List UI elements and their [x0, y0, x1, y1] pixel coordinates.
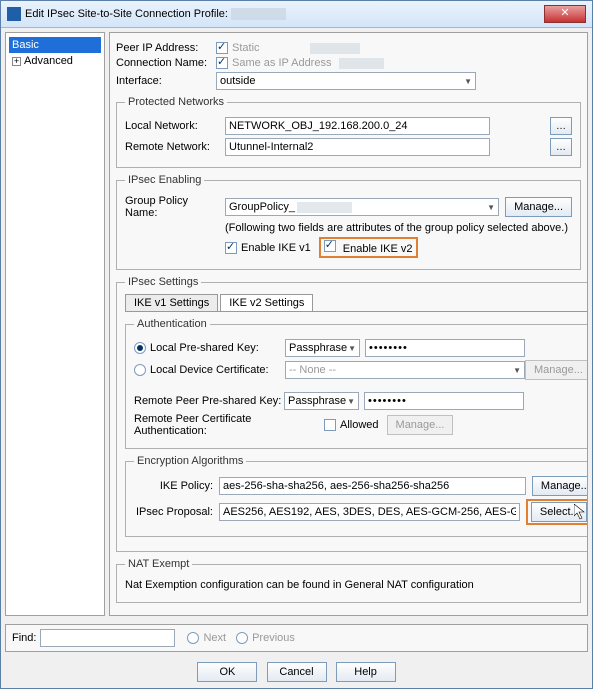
find-next-label: Next: [203, 632, 226, 644]
remote-cert-manage-button: Manage...: [387, 415, 454, 435]
ipsec-proposal-input[interactable]: [219, 503, 520, 521]
connection-name-label: Connection Name:: [116, 57, 216, 69]
ike-settings-tabs: IKE v1 Settings IKE v2 Settings: [125, 294, 588, 312]
nat-exempt-note: Nat Exemption configuration can be found…: [125, 579, 474, 591]
remote-cert-auth-label: Remote Peer Certificate Authentication:: [134, 413, 324, 437]
ipsec-proposal-select-button[interactable]: Select...: [531, 502, 587, 522]
local-psk-type-combo[interactable]: Passphrase▼: [285, 339, 360, 357]
group-policy-combo[interactable]: GroupPolicy_ ▼: [225, 198, 499, 216]
interface-value: outside: [220, 75, 255, 87]
chevron-down-icon: ▼: [487, 203, 495, 212]
ipsec-settings-legend: IPsec Settings: [125, 276, 201, 288]
local-psk-type-value: Passphrase: [289, 342, 347, 354]
chevron-down-icon: ▼: [513, 366, 521, 375]
enable-ike-v2-label: Enable IKE v2: [343, 243, 413, 255]
enable-ike-v1-label: Enable IKE v1: [241, 242, 311, 254]
same-as-ip-label: Same as IP Address: [232, 57, 331, 69]
expand-icon[interactable]: +: [12, 57, 21, 66]
remote-network-input[interactable]: [225, 138, 490, 156]
static-checkbox[interactable]: [216, 42, 228, 54]
window-title-obscured: [231, 8, 286, 20]
local-network-browse-button[interactable]: …: [550, 117, 572, 135]
enable-ike-v2-checkbox[interactable]: [324, 240, 336, 252]
same-as-ip-checkbox[interactable]: [216, 57, 228, 69]
connection-name-obscured: [339, 58, 384, 69]
select-button-highlight: Select...: [526, 499, 588, 525]
chevron-down-icon: ▼: [464, 77, 472, 86]
interface-combo[interactable]: outside ▼: [216, 72, 476, 90]
tab-ike-v2[interactable]: IKE v2 Settings: [220, 294, 313, 311]
static-checkbox-label: Static: [232, 42, 260, 54]
encryption-legend: Encryption Algorithms: [134, 455, 246, 467]
interface-label: Interface:: [116, 75, 216, 87]
local-cert-radio[interactable]: [134, 364, 146, 376]
local-cert-value: -- None --: [289, 364, 336, 376]
ipsec-proposal-label: IPsec Proposal:: [134, 506, 219, 518]
remote-psk-type-value: Passphrase: [288, 395, 346, 407]
find-prev-radio[interactable]: [236, 632, 248, 644]
group-policy-value: GroupPolicy_: [229, 201, 295, 213]
find-prev-label: Previous: [252, 632, 295, 644]
allowed-label: Allowed: [340, 419, 379, 431]
protected-networks-group: Protected Networks Local Network: … Remo…: [116, 96, 581, 168]
local-psk-input[interactable]: [365, 339, 525, 357]
cancel-button[interactable]: Cancel: [267, 662, 327, 682]
app-icon: [7, 7, 21, 21]
window-title: Edit IPsec Site-to-Site Connection Profi…: [25, 8, 544, 20]
local-network-input[interactable]: [225, 117, 490, 135]
find-bar: Find: Next Previous: [5, 624, 588, 652]
tree-item-basic[interactable]: Basic: [9, 37, 101, 53]
nav-tree[interactable]: Basic +Advanced: [5, 32, 105, 616]
ike-policy-manage-button[interactable]: Manage...: [532, 476, 588, 496]
chevron-down-icon: ▼: [347, 397, 355, 406]
nat-exempt-legend: NAT Exempt: [125, 558, 192, 570]
allowed-checkbox[interactable]: [324, 419, 336, 431]
enable-ike-v2-highlight: Enable IKE v2: [319, 237, 418, 258]
ok-button[interactable]: OK: [197, 662, 257, 682]
local-cert-label: Local Device Certificate:: [150, 364, 285, 376]
ipsec-enabling-group: IPsec Enabling Group Policy Name: GroupP…: [116, 174, 581, 270]
local-cert-combo[interactable]: -- None -- ▼: [285, 361, 525, 379]
remote-network-browse-button[interactable]: …: [550, 138, 572, 156]
enable-ike-v1-checkbox[interactable]: [225, 242, 237, 254]
window-title-text: Edit IPsec Site-to-Site Connection Profi…: [25, 8, 228, 20]
local-cert-manage-button: Manage...: [525, 360, 588, 380]
main-panel: Peer IP Address: Static Connection Name:…: [109, 32, 588, 616]
group-policy-label: Group Policy Name:: [125, 195, 225, 219]
find-label: Find:: [12, 632, 36, 644]
authentication-group: Authentication Local Pre-shared Key: Pas…: [125, 318, 588, 449]
ipsec-enabling-legend: IPsec Enabling: [125, 174, 204, 186]
title-bar: Edit IPsec Site-to-Site Connection Profi…: [1, 1, 592, 28]
chevron-down-icon: ▼: [348, 344, 356, 353]
remote-psk-type-combo[interactable]: Passphrase▼: [284, 392, 359, 410]
peer-ip-obscured: [310, 43, 360, 54]
remote-psk-label: Remote Peer Pre-shared Key:: [134, 395, 284, 407]
local-network-label: Local Network:: [125, 120, 225, 132]
close-button[interactable]: ✕: [544, 5, 586, 23]
tree-item-advanced[interactable]: +Advanced: [9, 53, 101, 69]
encryption-algorithms-group: Encryption Algorithms IKE Policy: Manage…: [125, 455, 588, 537]
group-policy-obscured: [297, 202, 352, 213]
ike-policy-input[interactable]: [219, 477, 526, 495]
local-psk-label: Local Pre-shared Key:: [150, 342, 285, 354]
local-psk-radio[interactable]: [134, 342, 146, 354]
ike-policy-label: IKE Policy:: [134, 480, 219, 492]
protected-networks-legend: Protected Networks: [125, 96, 227, 108]
ipsec-settings-group: IPsec Settings IKE v1 Settings IKE v2 Se…: [116, 276, 588, 552]
authentication-legend: Authentication: [134, 318, 210, 330]
remote-psk-input[interactable]: [364, 392, 524, 410]
dialog-button-bar: OK Cancel Help: [1, 656, 592, 688]
help-button[interactable]: Help: [336, 662, 396, 682]
nat-exempt-group: NAT Exempt Nat Exemption configuration c…: [116, 558, 581, 603]
find-input[interactable]: [40, 629, 175, 647]
find-next-radio[interactable]: [187, 632, 199, 644]
peer-ip-label: Peer IP Address:: [116, 42, 216, 54]
group-policy-manage-button[interactable]: Manage...: [505, 197, 572, 217]
tab-ike-v1[interactable]: IKE v1 Settings: [125, 294, 218, 311]
remote-network-label: Remote Network:: [125, 141, 225, 153]
group-policy-note: (Following two fields are attributes of …: [225, 222, 568, 234]
